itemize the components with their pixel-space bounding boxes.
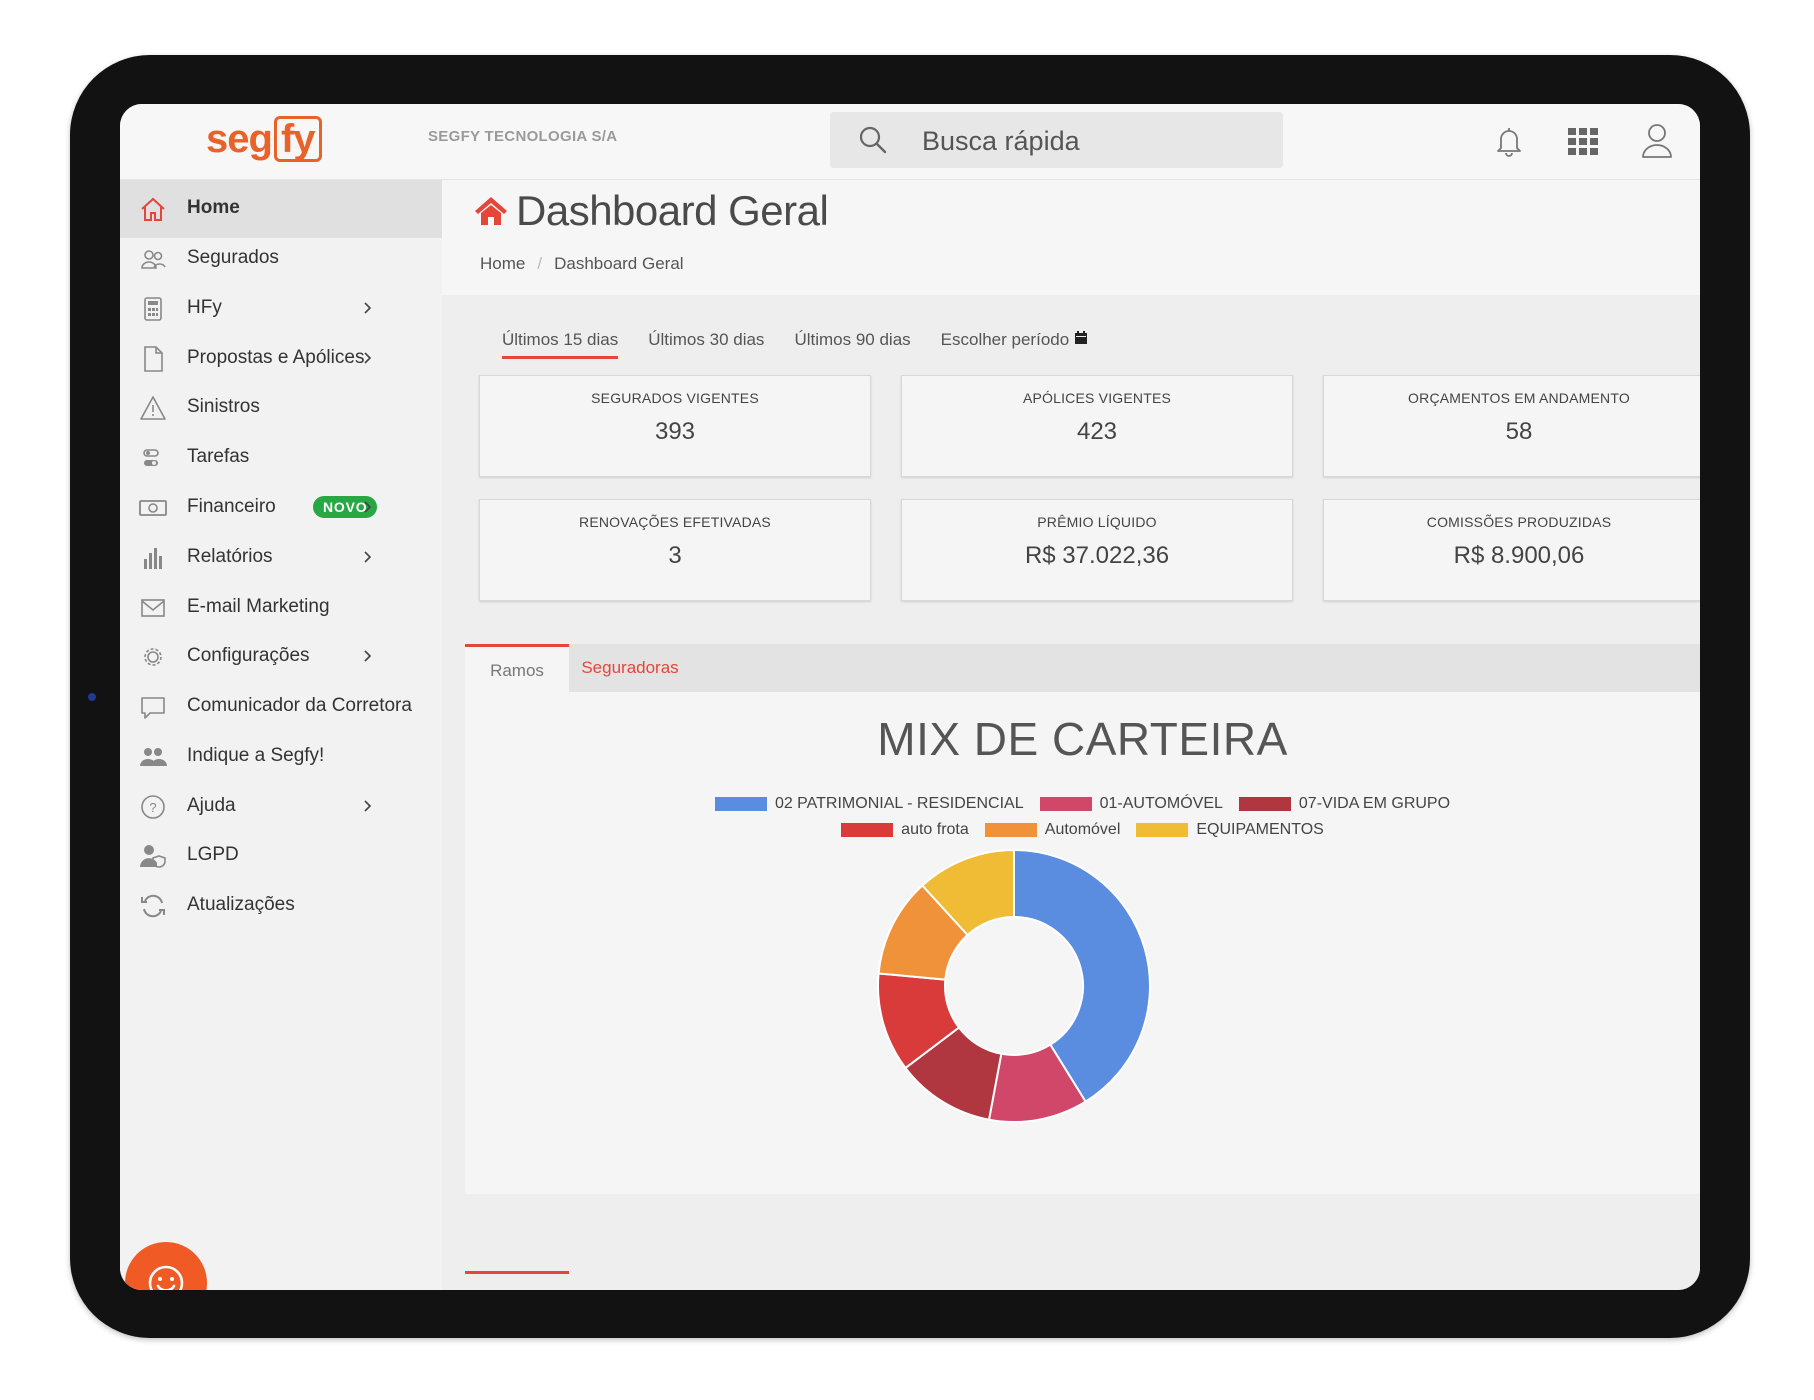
- kpi-value: 393: [654, 418, 696, 445]
- sidebar-item-label: Home: [187, 197, 240, 218]
- kpi-title: PRÊMIO LÍQUIDO: [1037, 514, 1157, 530]
- chart-panel: MIX DE CARTEIRA 02 PATRIMONIAL - RESIDEN…: [465, 692, 1700, 1194]
- sidebar-item-label: LGPD: [187, 844, 239, 865]
- support-chat-button[interactable]: [125, 1242, 207, 1290]
- users-icon: [141, 250, 166, 269]
- sidebar-item-label: Comunicador da Corretora: [187, 695, 412, 716]
- chevron-right-icon: [364, 302, 372, 314]
- warning-icon: [140, 396, 166, 420]
- kpi-card-apolices-vigentes: APÓLICES VIGENTES 423: [901, 375, 1293, 477]
- sidebar-item-label: Ajuda: [187, 795, 236, 816]
- chevron-right-icon: [364, 352, 372, 364]
- smiley-icon: [148, 1265, 184, 1290]
- kpi-card-renovacoes: RENOVAÇÕES EFETIVADAS 3: [479, 499, 871, 601]
- topbar: seg fy SEGFY TECNOLOGIA S/A: [120, 104, 1700, 180]
- search-icon: [859, 126, 887, 154]
- sidebar-item-label: Indique a Segfy!: [187, 745, 325, 766]
- breadcrumb-home[interactable]: Home: [480, 254, 525, 273]
- period-30-days[interactable]: Últimos 30 dias: [648, 330, 764, 359]
- apps-grid-icon[interactable]: [1560, 118, 1606, 164]
- sidebar-item-label: Configurações: [187, 645, 310, 666]
- segfy-logo[interactable]: seg fy: [206, 116, 322, 162]
- logo-text-fy: fy: [273, 116, 322, 162]
- next-section-tab-indicator: [465, 1271, 569, 1274]
- refresh-icon: [141, 894, 165, 918]
- kpi-card-orcamentos: ORÇAMENTOS EM ANDAMENTO 58: [1323, 375, 1700, 477]
- period-filter: Últimos 15 dias Últimos 30 dias Últimos …: [502, 330, 1088, 359]
- sidebar: Home Segurados HFy Propostas e Apólices …: [120, 180, 442, 1290]
- sidebar-item-label: Segurados: [187, 247, 279, 268]
- gear-icon: [144, 648, 162, 666]
- kpi-title: RENOVAÇÕES EFETIVADAS: [579, 514, 771, 530]
- camera-dot: [88, 693, 96, 701]
- kpi-value: 3: [668, 542, 682, 569]
- sidebar-item-label: Tarefas: [187, 446, 250, 467]
- kpi-title: SEGURADOS VIGENTES: [591, 390, 759, 406]
- page-title: Dashboard Geral: [472, 187, 829, 235]
- kpi-card-premio-liquido: PRÊMIO LÍQUIDO R$ 37.022,36: [901, 499, 1293, 601]
- kpi-value: R$ 37.022,36: [1024, 542, 1170, 569]
- sidebar-item-label: Atualizações: [187, 894, 295, 915]
- sidebar-item-label: Relatórios: [187, 546, 273, 567]
- period-15-days[interactable]: Últimos 15 dias: [502, 330, 619, 359]
- user-profile-icon[interactable]: [1634, 118, 1680, 164]
- page-header: Dashboard Geral Home / Dashboard Geral: [442, 180, 1700, 295]
- period-90-days[interactable]: Últimos 90 dias: [794, 330, 910, 359]
- chat-bubble-icon: [141, 697, 165, 719]
- main-content: Dashboard Geral Home / Dashboard Geral Últ…: [442, 180, 1700, 1290]
- chevron-right-icon: [364, 551, 372, 563]
- period-custom-label: Escolher período: [940, 330, 1070, 349]
- sidebar-item-label: HFy: [187, 297, 222, 318]
- doughnut-chart: [877, 848, 1151, 1123]
- kpi-card-segurados-vigentes: SEGURADOS VIGENTES 393: [479, 375, 871, 477]
- money-icon: [139, 500, 167, 516]
- chevron-right-icon: [364, 800, 372, 812]
- quick-search[interactable]: [830, 112, 1283, 168]
- calculator-icon: [144, 297, 162, 321]
- kpi-value: R$ 8.900,06: [1453, 542, 1585, 569]
- home-icon: [141, 197, 165, 221]
- page-title-text: Dashboard Geral: [516, 187, 829, 234]
- kpi-title: COMISSÕES PRODUZIDAS: [1426, 514, 1612, 530]
- sidebar-item-label: Financeiro: [187, 496, 276, 517]
- app-screen: seg fy SEGFY TECNOLOGIA S/A Busca rápida…: [120, 104, 1700, 1290]
- group-icon: [140, 748, 167, 766]
- bell-icon[interactable]: [1486, 118, 1532, 164]
- bar-chart-icon: [144, 548, 162, 569]
- chevron-right-icon: [364, 501, 372, 513]
- chevron-right-icon: [364, 650, 372, 662]
- sidebar-item-atualizacoes[interactable]: Atualizações: [120, 877, 442, 935]
- period-custom[interactable]: Escolher período: [941, 330, 1088, 359]
- search-input[interactable]: [920, 120, 1264, 162]
- chart-tabs: Ramos Seguradoras: [465, 644, 1700, 695]
- sidebar-item-label: Propostas e Apólices: [187, 347, 365, 368]
- kpi-title: APÓLICES VIGENTES: [1022, 390, 1172, 406]
- user-shield-icon: [140, 845, 166, 868]
- help-icon: ?: [141, 795, 165, 819]
- company-name: SEGFY TECNOLOGIA S/A: [428, 128, 618, 145]
- breadcrumb: Home / Dashboard Geral: [480, 254, 684, 273]
- home-icon: [475, 197, 507, 225]
- calendar-icon: [1074, 331, 1087, 344]
- kpi-value: 58: [1505, 418, 1533, 445]
- tasks-icon: [143, 449, 159, 466]
- breadcrumb-current: Dashboard Geral: [554, 254, 684, 273]
- kpi-title: ORÇAMENTOS EM ANDAMENTO: [1408, 390, 1630, 406]
- kpi-value: 423: [1076, 418, 1118, 445]
- logo-text-seg: seg: [206, 116, 273, 161]
- envelope-icon: [141, 599, 165, 617]
- document-icon: [144, 346, 163, 372]
- tab-ramos[interactable]: Ramos: [465, 644, 569, 695]
- topbar-actions: [1486, 118, 1680, 164]
- tab-seguradoras[interactable]: Seguradoras: [575, 644, 685, 692]
- sidebar-item-label: Sinistros: [187, 396, 260, 417]
- kpi-card-comissoes: COMISSÕES PRODUZIDAS R$ 8.900,06: [1323, 499, 1700, 601]
- sidebar-item-label: E-mail Marketing: [187, 596, 330, 617]
- svg-text:?: ?: [149, 800, 156, 815]
